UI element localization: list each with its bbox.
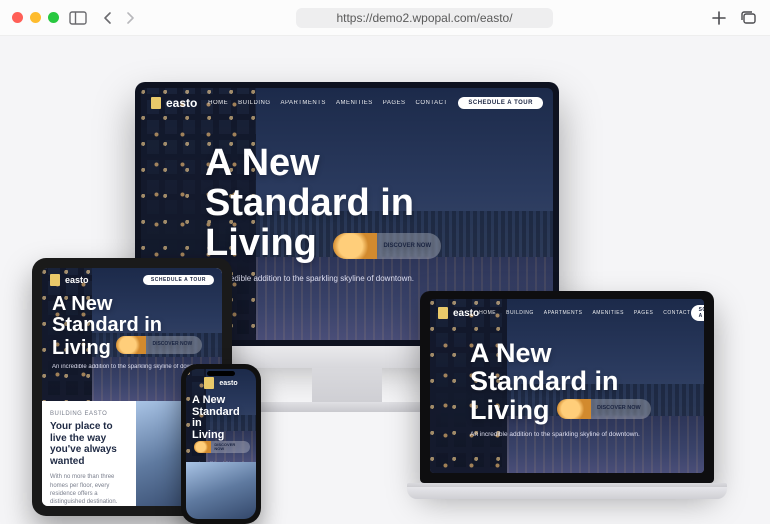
discover-button[interactable]: DISCOVER NOW <box>194 441 250 453</box>
forward-icon[interactable] <box>121 9 139 27</box>
logo-icon <box>204 377 214 389</box>
schedule-tour-button[interactable]: SCHEDULE A TOUR <box>458 97 543 109</box>
discover-thumb-icon <box>333 233 377 259</box>
logo-icon <box>438 307 448 319</box>
main-nav: HOME BUILDING APARTMENTS AMENITIES PAGES… <box>208 100 447 106</box>
section-heading: Your place to live the way you've always… <box>50 421 128 467</box>
new-tab-icon[interactable] <box>710 9 728 27</box>
nav-amenities[interactable]: AMENITIES <box>592 310 623 316</box>
discover-button[interactable]: DISCOVER NOW <box>333 233 441 259</box>
back-icon[interactable] <box>99 9 117 27</box>
nav-building[interactable]: BUILDING <box>238 100 270 106</box>
fullscreen-window-icon[interactable] <box>48 12 59 23</box>
schedule-tour-button[interactable]: SCHEDULE A TOUR <box>143 275 214 285</box>
nav-apartments[interactable]: APARTMENTS <box>280 100 325 106</box>
discover-thumb-icon <box>557 399 591 419</box>
nav-home[interactable]: HOME <box>208 100 228 106</box>
viewport: easto HOME BUILDING APARTMENTS AMENITIES… <box>0 36 770 504</box>
nav-amenities[interactable]: AMENITIES <box>336 100 373 106</box>
site-logo[interactable]: easto <box>50 274 89 286</box>
nav-apartments[interactable]: APARTMENTS <box>544 310 583 316</box>
nav-pages[interactable]: PAGES <box>634 310 653 316</box>
section-kicker: BUILDING EASTO <box>50 411 128 417</box>
address-bar[interactable]: https://demo2.wpopal.com/easto/ <box>296 8 552 28</box>
window-controls <box>12 12 59 23</box>
minimize-window-icon[interactable] <box>30 12 41 23</box>
close-window-icon[interactable] <box>12 12 23 23</box>
nav-pages[interactable]: PAGES <box>383 100 406 106</box>
phone-notch-icon <box>207 371 235 376</box>
section-image <box>186 462 256 519</box>
nav-contact[interactable]: CONTACT <box>416 100 448 106</box>
nav-building[interactable]: BUILDING <box>506 310 534 316</box>
hero-heading: A New Standard in Living DISCOVER NOW <box>192 395 250 457</box>
discover-thumb-icon <box>116 336 146 354</box>
discover-button[interactable]: DISCOVER NOW <box>557 399 651 419</box>
tabs-overview-icon[interactable] <box>740 9 758 27</box>
hero-subtitle: An incredible addition to the sparkling … <box>470 431 704 438</box>
section-body: With no more than three homes per floor,… <box>50 473 128 506</box>
discover-button[interactable]: DISCOVER NOW <box>116 336 202 354</box>
hero-heading: A New Standard in Living DISCOVER NOW <box>205 144 553 264</box>
device-phone: easto A New Standard in Living DISCOVER … <box>181 364 261 524</box>
schedule-tour-button[interactable]: SCHEDULE A TOUR <box>691 305 704 321</box>
nav-home[interactable]: HOME <box>479 310 496 316</box>
main-nav: HOME BUILDING APARTMENTS AMENITIES PAGES… <box>479 310 690 316</box>
hero-heading: A New Standard in Living DISCOVER NOW <box>52 294 222 359</box>
browser-toolbar: https://demo2.wpopal.com/easto/ <box>0 0 770 36</box>
logo-icon <box>50 274 60 286</box>
brand-text: easto <box>166 96 197 110</box>
discover-thumb-icon <box>194 441 211 453</box>
sidebar-toggle-icon[interactable] <box>69 9 87 27</box>
device-laptop: easto HOME BUILDING APARTMENTS AMENITIES… <box>407 291 727 516</box>
nav-contact[interactable]: CONTACT <box>663 310 690 316</box>
site-logo[interactable]: easto <box>190 377 252 389</box>
hero-heading: A New Standard in Living DISCOVER NOW <box>470 339 704 424</box>
logo-icon <box>151 97 161 109</box>
site-logo[interactable]: easto <box>151 96 197 110</box>
hero-subtitle: An incredible addition to the sparkling … <box>205 274 553 283</box>
site-logo[interactable]: easto <box>438 307 479 319</box>
